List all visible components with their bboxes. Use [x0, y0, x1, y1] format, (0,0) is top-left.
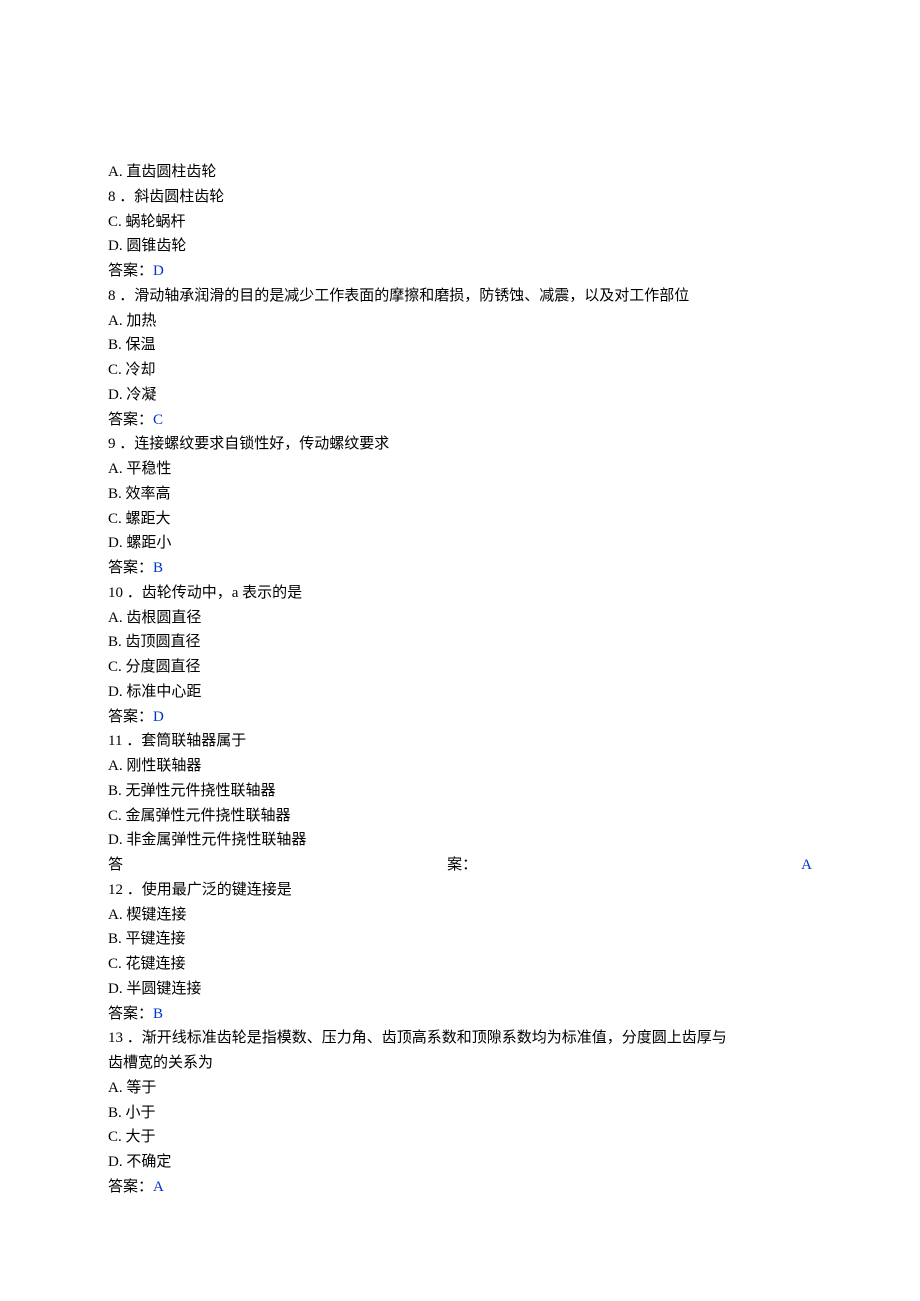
q13-answer-value: A — [153, 1179, 164, 1195]
q13-option-b: B. 小于 — [108, 1101, 812, 1126]
q11-answer-mid: 案： — [447, 853, 477, 878]
q12-stem: 12 ．使用最广泛的键连接是 — [108, 878, 812, 903]
q9-stem: 9 ．连接螺纹要求自锁性好，传动螺纹要求 — [108, 432, 812, 457]
q9-answer: 答案：B — [108, 556, 812, 581]
q10-answer: 答案：D — [108, 705, 812, 730]
q11-option-b: B. 无弹性元件挠性联轴器 — [108, 779, 812, 804]
q10-answer-label: 答案： — [108, 709, 153, 725]
q8-option-b: B. 保温 — [108, 333, 812, 358]
q12-option-d: D. 半圆键连接 — [108, 977, 812, 1002]
q7-answer-label: 答案： — [108, 263, 153, 279]
q7-answer: 答案：D — [108, 259, 812, 284]
q13-answer: 答案：A — [108, 1175, 812, 1200]
q12-option-a: A. 楔键连接 — [108, 903, 812, 928]
q12-answer-value: B — [153, 1006, 163, 1022]
q7-option-b: 8 ．斜齿圆柱齿轮 — [108, 185, 812, 210]
q9-answer-value: B — [153, 560, 163, 576]
q13-option-d: D. 不确定 — [108, 1150, 812, 1175]
q8-answer-value: C — [153, 412, 163, 428]
q8-answer: 答案：C — [108, 408, 812, 433]
q8-stem: 8 ．滑动轴承润滑的目的是减少工作表面的摩擦和磨损，防锈蚀、减震，以及对工作部位 — [108, 284, 812, 309]
q11-option-a: A. 刚性联轴器 — [108, 754, 812, 779]
q7-option-c: C. 蜗轮蜗杆 — [108, 210, 812, 235]
q12-answer: 答案：B — [108, 1002, 812, 1027]
q11-option-d: D. 非金属弹性元件挠性联轴器 — [108, 828, 812, 853]
q10-option-b: B. 齿顶圆直径 — [108, 630, 812, 655]
q10-option-c: C. 分度圆直径 — [108, 655, 812, 680]
q12-option-b: B. 平键连接 — [108, 927, 812, 952]
q13-stem-line1: 13 ．渐开线标准齿轮是指模数、压力角、齿顶高系数和顶隙系数均为标准值，分度圆上… — [108, 1026, 812, 1051]
q11-answer-left: 答 — [108, 853, 123, 878]
q10-answer-value: D — [153, 709, 164, 725]
q9-option-a: A. 平稳性 — [108, 457, 812, 482]
q10-stem: 10 ．齿轮传动中，a 表示的是 — [108, 581, 812, 606]
q8-option-a: A. 加热 — [108, 309, 812, 334]
q13-answer-label: 答案： — [108, 1179, 153, 1195]
q9-answer-label: 答案： — [108, 560, 153, 576]
q12-option-c: C. 花键连接 — [108, 952, 812, 977]
q13-option-c: C. 大于 — [108, 1125, 812, 1150]
q9-option-b: B. 效率高 — [108, 482, 812, 507]
q9-option-d: D. 螺距小 — [108, 531, 812, 556]
q11-answer-value: A — [801, 853, 812, 878]
q8-option-d: D. 冷凝 — [108, 383, 812, 408]
q8-answer-label: 答案： — [108, 412, 153, 428]
q10-option-a: A. 齿根圆直径 — [108, 606, 812, 631]
q10-option-d: D. 标准中心距 — [108, 680, 812, 705]
q13-option-a: A. 等于 — [108, 1076, 812, 1101]
q13-stem-line2: 齿槽宽的关系为 — [108, 1051, 812, 1076]
q11-stem: 11 ．套筒联轴器属于 — [108, 729, 812, 754]
q7-option-d: D. 圆锥齿轮 — [108, 234, 812, 259]
q11-answer: 答 案： A — [108, 853, 812, 878]
q7-answer-value: D — [153, 263, 164, 279]
q7-option-a: A. 直齿圆柱齿轮 — [108, 160, 812, 185]
q9-option-c: C. 螺距大 — [108, 507, 812, 532]
q8-option-c: C. 冷却 — [108, 358, 812, 383]
q12-answer-label: 答案： — [108, 1006, 153, 1022]
q11-option-c: C. 金属弹性元件挠性联轴器 — [108, 804, 812, 829]
